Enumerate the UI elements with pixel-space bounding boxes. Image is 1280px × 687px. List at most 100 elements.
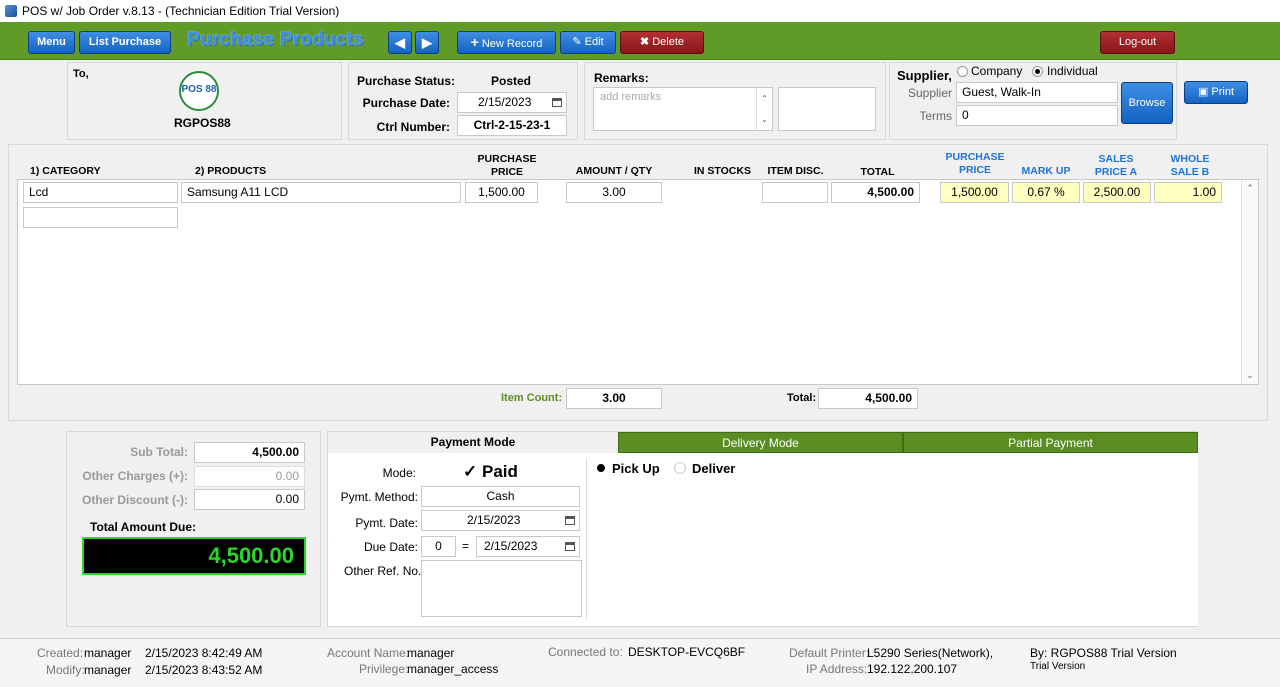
pymt-date-label: Pymt. Date: xyxy=(355,516,418,530)
row-qty-field[interactable]: 3.00 xyxy=(566,182,662,203)
calendar-icon[interactable] xyxy=(565,516,575,525)
payment-divider xyxy=(586,458,587,620)
paid-label: Paid xyxy=(481,462,518,481)
ctrl-number-field[interactable]: Ctrl-2-15-23-1 xyxy=(457,115,567,136)
remarks-scrollbar[interactable]: ⌃ ⌄ xyxy=(756,88,772,130)
new-row-category-field[interactable] xyxy=(23,207,178,228)
delete-label: Delete xyxy=(652,36,685,48)
row-purchase-price-2-field[interactable]: 1,500.00 xyxy=(940,182,1009,203)
modify-by: manager xyxy=(84,663,132,677)
item-count-label: Item Count: xyxy=(501,392,563,404)
purchase-date-field[interactable]: 2/15/2023 xyxy=(457,92,567,113)
paid-checkbox[interactable]: ✓ Paid xyxy=(463,462,518,482)
grid-scrollbar[interactable]: ⌃ ⌄ xyxy=(1241,180,1258,384)
company-logo: POS 88 xyxy=(179,71,219,111)
calendar-icon[interactable] xyxy=(552,98,562,107)
row-product-field[interactable]: Samsung A11 LCD xyxy=(181,182,461,203)
header-total: TOTAL xyxy=(860,166,895,178)
printer-icon: ▣ xyxy=(1197,86,1209,98)
amount-due-label: Total Amount Due: xyxy=(90,520,196,534)
row-total-field: 4,500.00 xyxy=(831,182,920,203)
subtotal-label: Sub Total: xyxy=(130,445,188,459)
logout-button[interactable]: Log-out xyxy=(1100,31,1175,54)
supplier-field[interactable]: Guest, Walk-In xyxy=(956,82,1118,103)
window-title: POS w/ Job Order v.8.13 - (Technician Ed… xyxy=(22,4,340,18)
deliver-label: Deliver xyxy=(692,461,736,476)
privilege-value: manager_access xyxy=(407,662,499,676)
privilege-label: Privilege: xyxy=(359,662,409,676)
ip-value: 192.122.200.107 xyxy=(867,662,958,676)
equals-sign: = xyxy=(462,539,470,553)
company-name: RGPOS88 xyxy=(174,116,231,130)
app-icon xyxy=(5,5,17,17)
chevron-left-icon: ◀ xyxy=(395,35,405,50)
tab-partial-payment[interactable]: Partial Payment xyxy=(903,432,1198,453)
logo-text: POS 88 xyxy=(181,84,217,95)
items-grid xyxy=(17,179,1259,385)
other-ref-label: Other Ref. No. xyxy=(344,564,422,578)
company-radio[interactable] xyxy=(957,66,968,77)
tab-delivery-mode[interactable]: Delivery Mode xyxy=(618,432,903,453)
scroll-up-icon[interactable]: ⌃ xyxy=(1242,183,1258,194)
pymt-method-field[interactable]: Cash xyxy=(421,486,580,507)
terms-field[interactable]: 0 xyxy=(956,105,1118,126)
trial-version-label: Trial Version xyxy=(1030,661,1086,672)
remarks-textarea[interactable]: add remarks ⌃ ⌄ xyxy=(593,87,773,131)
deliver-radio[interactable] xyxy=(674,462,686,474)
row-mark-up-field[interactable]: 0.67 % xyxy=(1012,182,1080,203)
due-days-field[interactable]: 0 xyxy=(421,536,456,557)
purchase-date-label: Purchase Date: xyxy=(362,96,450,110)
chevron-right-icon: ▶ xyxy=(422,35,432,50)
new-record-button[interactable]: + New Record xyxy=(457,31,556,54)
status-label: Purchase Status: xyxy=(357,74,456,88)
x-icon: ✖ xyxy=(639,36,650,48)
row-whole-sale-b-field[interactable]: 1.00 xyxy=(1154,182,1222,203)
row-sales-price-a-field[interactable]: 2,500.00 xyxy=(1083,182,1151,203)
other-charges-label: Other Charges (+): xyxy=(82,469,188,483)
individual-radio[interactable] xyxy=(1032,66,1043,77)
modify-at: 2/15/2023 8:43:52 AM xyxy=(145,663,263,677)
scroll-down-icon[interactable]: ⌄ xyxy=(1242,370,1258,381)
pickup-radio[interactable] xyxy=(597,464,605,472)
browse-button[interactable]: Browse xyxy=(1121,82,1173,124)
printer-value: L5290 Series(Network), xyxy=(867,646,994,660)
pymt-date-field[interactable]: 2/15/2023 xyxy=(421,510,580,531)
print-label: Print xyxy=(1211,86,1235,98)
row-category-field[interactable]: Lcd xyxy=(23,182,178,203)
other-charges-field[interactable]: 0.00 xyxy=(194,466,305,487)
next-record-button[interactable]: ▶ xyxy=(415,31,439,54)
amount-due-display: 4,500.00 xyxy=(82,537,306,575)
supplier-field-label: Supplier xyxy=(907,86,952,100)
print-button[interactable]: ▣ Print xyxy=(1184,81,1248,104)
row-item-disc-field[interactable] xyxy=(762,182,828,203)
remarks-label: Remarks: xyxy=(594,71,649,85)
other-discount-label: Other Discount (-): xyxy=(82,493,188,507)
pymt-method-label: Pymt. Method: xyxy=(340,490,418,504)
grid-total-label: Total: xyxy=(787,392,817,404)
status-value: Posted xyxy=(491,74,532,88)
list-purchase-button[interactable]: List Purchase xyxy=(79,31,171,54)
other-ref-field[interactable] xyxy=(421,560,582,617)
edit-label: Edit xyxy=(584,36,604,48)
connected-label: Connected to: xyxy=(548,645,623,659)
header-purchase-price: PURCHASE PRICE xyxy=(477,153,537,178)
menu-button[interactable]: Menu xyxy=(28,31,75,54)
prev-record-button[interactable]: ◀ xyxy=(388,31,412,54)
ip-label: IP Address: xyxy=(806,662,868,676)
edit-button[interactable]: ✎ Edit xyxy=(560,31,616,54)
header-in-stocks: IN STOCKS xyxy=(694,165,751,177)
other-discount-field[interactable]: 0.00 xyxy=(194,489,305,510)
mode-label: Mode: xyxy=(382,466,416,480)
calendar-icon[interactable] xyxy=(565,542,575,551)
checkmark-icon: ✓ xyxy=(463,462,478,481)
account-value: manager xyxy=(407,646,455,660)
individual-radio-label: Individual xyxy=(1047,64,1098,78)
new-record-label: New Record xyxy=(481,38,543,50)
tab-payment-mode[interactable]: Payment Mode xyxy=(328,432,618,453)
due-date-field[interactable]: 2/15/2023 xyxy=(476,536,580,557)
delete-button[interactable]: ✖ Delete xyxy=(620,31,704,54)
row-purchase-price-field[interactable]: 1,500.00 xyxy=(465,182,538,203)
account-label: Account Name: xyxy=(327,646,410,660)
remarks-extra-box[interactable] xyxy=(778,87,876,131)
pencil-icon: ✎ xyxy=(572,36,582,48)
